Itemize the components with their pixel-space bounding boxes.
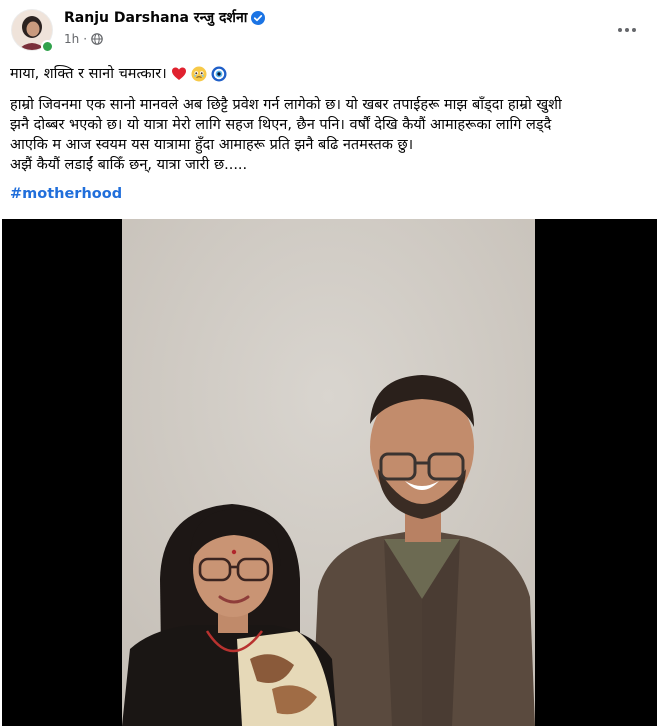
- more-horizontal-icon: [618, 28, 622, 32]
- post-header: Ranju Darshana रन्जु दर्शना 1h ·: [0, 0, 659, 56]
- holding-back-tears-emoji: [191, 66, 207, 82]
- post-photo[interactable]: [122, 219, 535, 726]
- caption-body-line: आएकि म आज स्वयम यस यात्रामा हुँदा आमाहरू…: [10, 137, 414, 153]
- caption-body-line: झनै दोब्बर भएको छ। यो यात्रा मेरो लागि स…: [10, 117, 552, 133]
- caption-body-line: हाम्रो जिवनमा एक सानो मानवले अब छिट्टै प…: [10, 97, 562, 113]
- online-status-dot: [41, 40, 54, 53]
- author-name[interactable]: Ranju Darshana रन्जु दर्शना: [64, 8, 247, 28]
- globe-icon[interactable]: [91, 33, 103, 45]
- more-dot: [632, 28, 636, 32]
- meta-separator: ·: [83, 32, 88, 46]
- post-timestamp[interactable]: 1h: [64, 32, 79, 46]
- author-line: Ranju Darshana रन्जु दर्शना: [64, 8, 266, 28]
- more-dot: [625, 28, 629, 32]
- post-caption: माया, शक्ति र सानो चमत्कार। हाम्रो जिवनम…: [10, 64, 650, 175]
- post-meta: 1h ·: [64, 32, 103, 46]
- verified-badge-icon: [251, 11, 266, 25]
- caption-title: माया, शक्ति र सानो चमत्कार।: [10, 66, 167, 82]
- caption-body-line: अझैं कैयौं लडाईं बाकिँ छन्, यात्रा जारी …: [10, 157, 248, 173]
- nazar-amulet-emoji: [211, 66, 227, 82]
- red-heart-emoji: [171, 67, 186, 80]
- caption-title-line: माया, शक्ति र सानो चमत्कार।: [10, 64, 650, 84]
- more-options-button[interactable]: [609, 18, 645, 42]
- couple-photo-illustration: [122, 219, 535, 726]
- hashtag-link[interactable]: #motherhood: [10, 186, 122, 202]
